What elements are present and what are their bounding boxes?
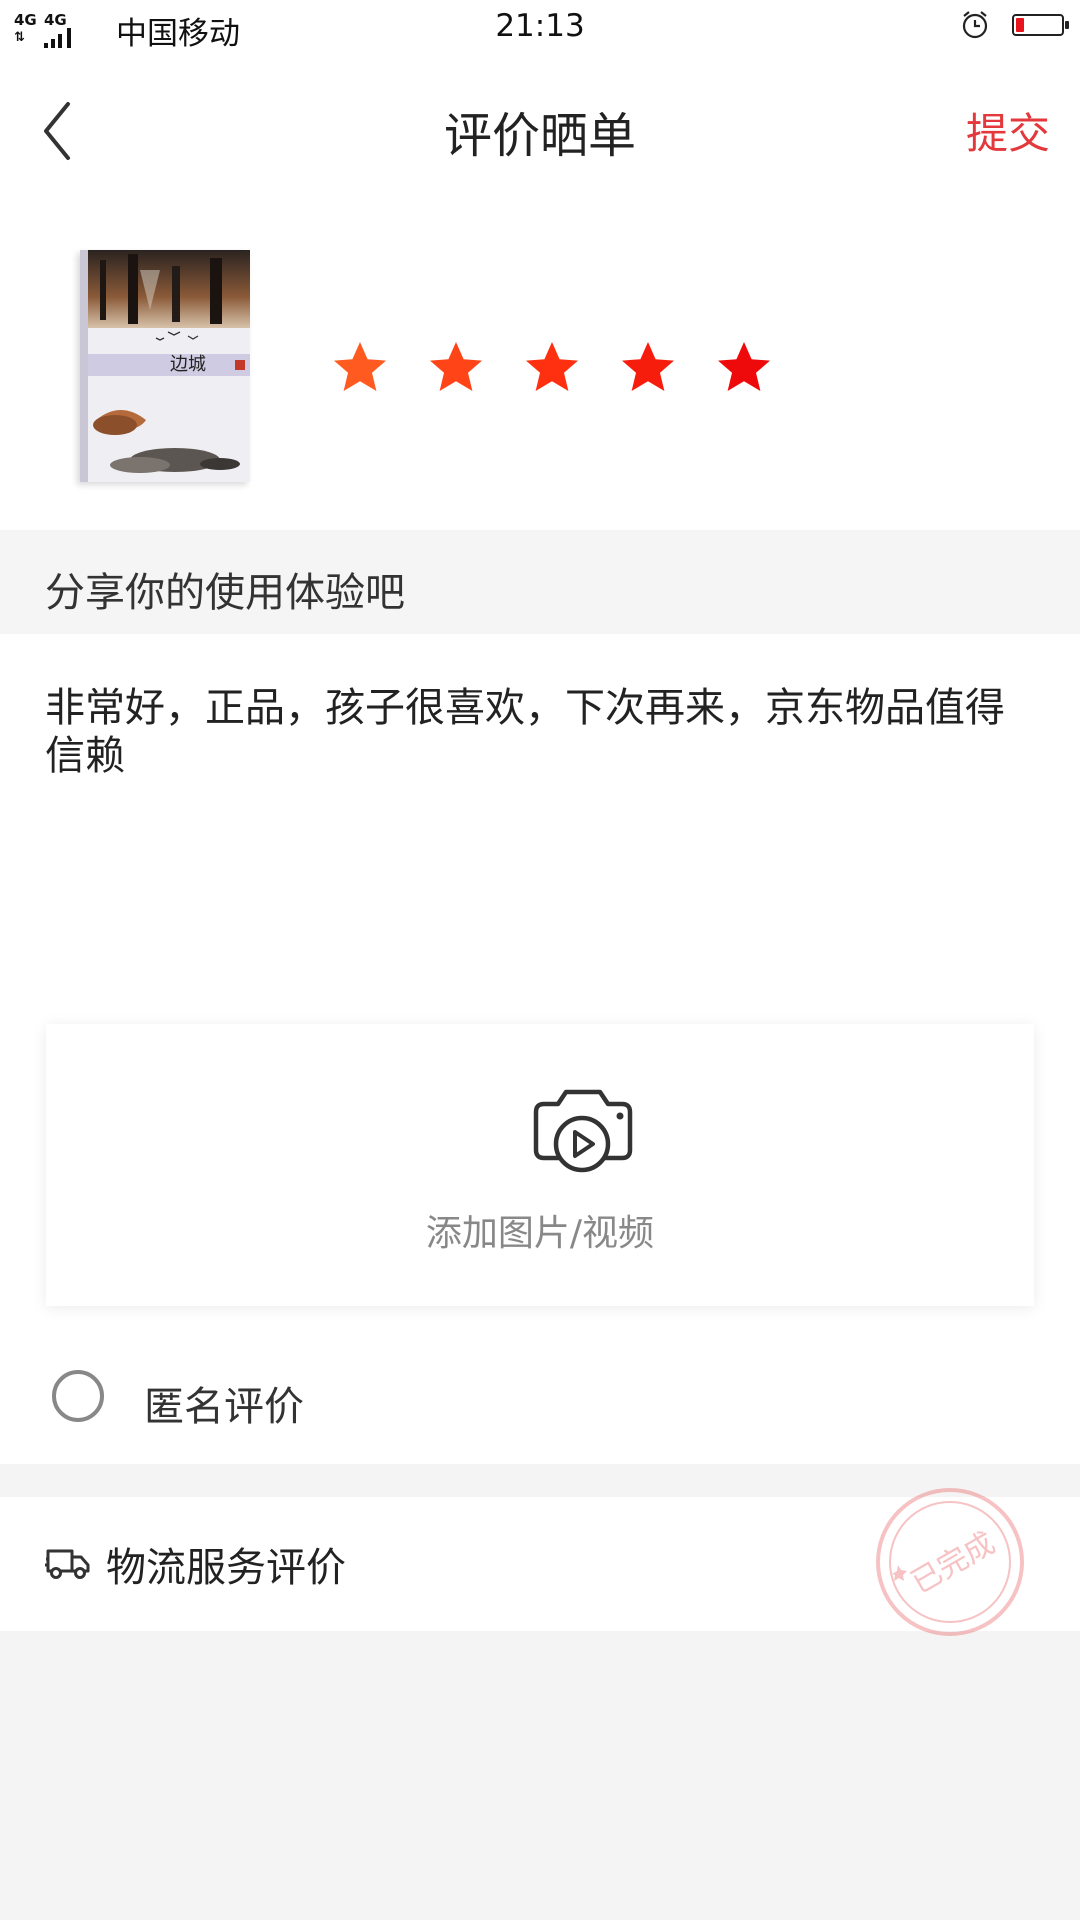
status-right bbox=[960, 10, 1069, 40]
status-bar: 4G 4G ⇅ 中国移动 21:13 bbox=[0, 0, 1080, 58]
book-cover-art bbox=[88, 250, 250, 473]
stamp-text: 已完成 bbox=[906, 1526, 1001, 1601]
review-area: 非常好，正品，孩子很喜欢，下次再来，京东物品值得信赖 添加图片/视频 匿名评价 bbox=[0, 634, 1080, 1464]
star-icon-4[interactable] bbox=[618, 338, 678, 398]
screen: 4G 4G ⇅ 中国移动 21:13 评价晒单 提交 边城 分享你的使用体验吧 … bbox=[0, 0, 1080, 1920]
review-textarea[interactable]: 非常好，正品，孩子很喜欢，下次再来，京东物品值得信赖 bbox=[45, 684, 1035, 780]
share-prompt-label: 分享你的使用体验吧 bbox=[45, 570, 405, 616]
product-rating-section: 边城 bbox=[0, 198, 1080, 530]
add-media-label: 添加图片/视频 bbox=[425, 1213, 655, 1254]
anonymous-label: 匿名评价 bbox=[144, 1384, 304, 1430]
star-icon-2[interactable] bbox=[426, 338, 486, 398]
logistics-rating-row[interactable]: 物流服务评价 已完成 bbox=[0, 1488, 1080, 1636]
star-icon-1[interactable] bbox=[330, 338, 390, 398]
star-icon-5[interactable] bbox=[714, 338, 774, 398]
alarm-icon bbox=[962, 11, 988, 39]
book-title: 边城 bbox=[170, 354, 206, 375]
battery-level bbox=[1016, 18, 1024, 32]
book-cover-image[interactable]: 边城 bbox=[80, 250, 250, 482]
star-rating bbox=[330, 338, 774, 398]
camera-video-icon bbox=[533, 1089, 633, 1173]
page-title: 评价晒单 bbox=[443, 108, 636, 164]
anonymous-review-row[interactable]: 匿名评价 bbox=[0, 1352, 1080, 1464]
completed-stamp: 已完成 bbox=[876, 1488, 1024, 1636]
star-icon-3[interactable] bbox=[522, 338, 582, 398]
logistics-label: 物流服务评价 bbox=[106, 1545, 346, 1591]
submit-button[interactable]: 提交 bbox=[966, 100, 1050, 161]
add-media-button[interactable]: 添加图片/视频 bbox=[46, 1024, 1034, 1306]
header: 评价晒单 提交 bbox=[0, 58, 1080, 198]
truck-icon bbox=[45, 1549, 90, 1579]
share-prompt-bar: 分享你的使用体验吧 bbox=[0, 530, 1080, 634]
battery-icon bbox=[1012, 14, 1069, 36]
clock: 21:13 bbox=[495, 8, 585, 44]
anonymous-radio[interactable] bbox=[52, 1370, 104, 1422]
